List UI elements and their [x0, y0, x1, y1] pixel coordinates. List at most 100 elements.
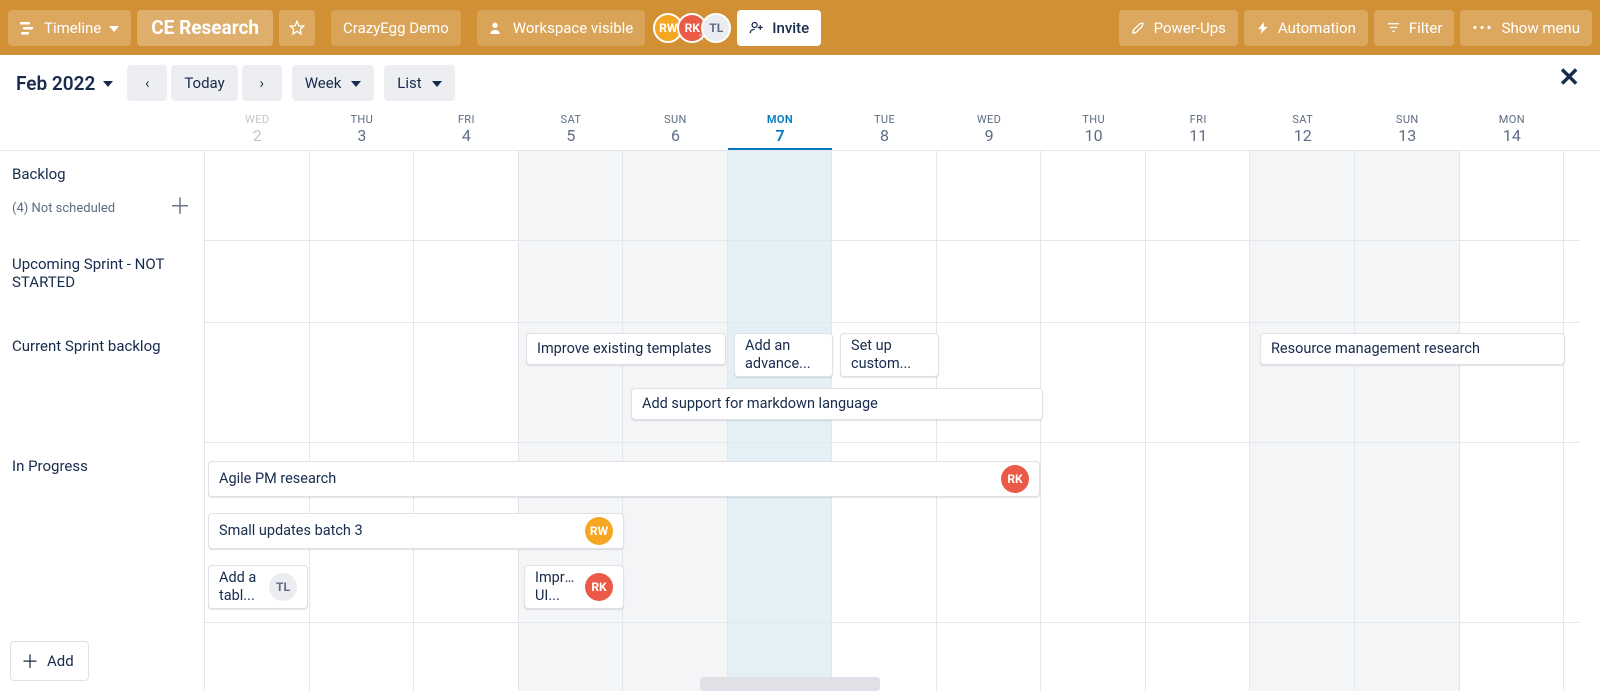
card[interactable]: Resource management research: [1260, 333, 1565, 365]
avatar[interactable]: RK: [1001, 465, 1029, 493]
add-lane-label: Add: [47, 652, 74, 670]
lanes: Backlog (4) Not scheduled ＋ Upcoming Spr…: [0, 151, 1580, 691]
day-header[interactable]: TUE8: [832, 109, 937, 150]
chevron-down-icon: [109, 26, 119, 32]
board-members: RW RK TL: [653, 13, 731, 43]
card-title: Resource management research: [1271, 340, 1480, 358]
powerups-button[interactable]: Power-Ups: [1119, 10, 1238, 46]
close-button[interactable]: ✕: [1558, 65, 1580, 91]
chevron-down-icon: [432, 81, 442, 87]
lane-unscheduled-count[interactable]: (4) Not scheduled: [12, 201, 193, 216]
day-header[interactable]: MON14: [1460, 109, 1565, 150]
today-label: Today: [184, 74, 224, 92]
card[interactable]: Add a tabl... TL: [208, 565, 308, 609]
automation-button[interactable]: Automation: [1244, 10, 1368, 46]
day-header[interactable]: FRI11: [1146, 109, 1251, 150]
ellipsis-icon: •••: [1472, 19, 1493, 37]
day-header[interactable]: THU3: [310, 109, 415, 150]
lane-title[interactable]: Backlog (4) Not scheduled ＋: [0, 151, 205, 228]
filter-button[interactable]: Filter: [1374, 10, 1455, 46]
day-header[interactable]: SUN6: [623, 109, 728, 150]
card-title: Small updates batch 3: [219, 522, 363, 540]
day-header-row: WED2 THU3 FRI4 SAT5 SUN6 MON7 TUE8 WED9 …: [0, 109, 1600, 151]
lane-title[interactable]: Current Sprint backlog: [0, 323, 205, 367]
prev-button[interactable]: ‹: [127, 65, 167, 101]
timeline-icon: [20, 20, 36, 36]
day-header[interactable]: WED2: [205, 109, 310, 150]
card[interactable]: Set up custom...: [840, 333, 939, 377]
people-icon: [489, 20, 505, 36]
card-title: Agile PM research: [219, 470, 336, 488]
add-card-button[interactable]: ＋: [169, 197, 191, 219]
avatar[interactable]: TL: [269, 573, 297, 601]
close-icon: ✕: [1558, 63, 1580, 93]
plus-icon: ＋: [21, 648, 39, 674]
lane-backlog: Backlog (4) Not scheduled ＋: [0, 151, 1580, 241]
card[interactable]: Improve existing templates: [526, 333, 726, 365]
group-selector[interactable]: List: [384, 65, 454, 101]
view-switcher[interactable]: Timeline: [8, 10, 131, 46]
filter-label: Filter: [1409, 19, 1443, 37]
lane-title-text: Current Sprint backlog: [12, 337, 193, 355]
lane-title-text: In Progress: [12, 457, 193, 475]
card[interactable]: Small updates batch 3 RW: [208, 513, 624, 549]
lane-in-progress: In Progress Agile PM research RK Small u…: [0, 443, 1580, 623]
visibility-button[interactable]: Workspace visible: [477, 10, 646, 46]
card[interactable]: Add support for markdown language: [631, 388, 1043, 420]
day-header[interactable]: FRI4: [414, 109, 519, 150]
group-label: List: [397, 74, 421, 92]
card-title: Add support for markdown language: [642, 395, 878, 413]
month-label: Feb 2022: [16, 72, 95, 95]
timeline-toolbar: Feb 2022 ‹ Today › Week List ✕: [0, 55, 1600, 109]
lane-title[interactable]: Upcoming Sprint - NOT STARTED: [0, 241, 205, 303]
avatar[interactable]: TL: [701, 13, 731, 43]
team-label: CrazyEgg Demo: [343, 19, 449, 37]
bolt-icon: [1256, 21, 1270, 35]
star-icon: [289, 20, 305, 36]
card-title: Improve UI...: [535, 569, 577, 605]
board-title[interactable]: CE Research: [137, 10, 273, 46]
board-header: Timeline CE Research CrazyEgg Demo Works…: [0, 0, 1600, 55]
show-menu-label: Show menu: [1502, 19, 1580, 37]
rocket-icon: [1131, 20, 1146, 35]
lane-upcoming: Upcoming Sprint - NOT STARTED: [0, 241, 1580, 323]
card-title: Add an advance...: [745, 337, 822, 373]
card[interactable]: Improve UI... RK: [524, 565, 624, 609]
day-header-today[interactable]: MON7: [728, 109, 833, 150]
view-switcher-label: Timeline: [44, 19, 101, 37]
month-selector[interactable]: Feb 2022: [12, 66, 117, 101]
lane-title[interactable]: In Progress: [0, 443, 205, 487]
range-selector[interactable]: Week: [292, 65, 375, 101]
day-header[interactable]: WED9: [937, 109, 1042, 150]
team-button[interactable]: CrazyEgg Demo: [331, 10, 461, 46]
day-header[interactable]: SAT5: [519, 109, 624, 150]
card-title: Improve existing templates: [537, 340, 711, 358]
show-menu-button[interactable]: ••• Show menu: [1460, 10, 1592, 46]
day-header[interactable]: TUE15: [1564, 109, 1600, 150]
visibility-label: Workspace visible: [513, 19, 634, 37]
add-lane-button[interactable]: ＋ Add: [10, 641, 89, 681]
chevron-left-icon: ‹: [145, 74, 150, 92]
chevron-right-icon: ›: [259, 74, 264, 92]
invite-button[interactable]: Invite: [737, 10, 821, 46]
day-header[interactable]: THU10: [1041, 109, 1146, 150]
range-label: Week: [305, 74, 342, 92]
chevron-down-icon: [103, 81, 113, 87]
lane-title-text: Upcoming Sprint - NOT STARTED: [12, 255, 193, 291]
avatar[interactable]: RK: [585, 573, 613, 601]
card-title: Add a tabl...: [219, 569, 261, 605]
timeline-grid: ▴ ▾ WED2 THU3 FRI4 SAT5 SUN6 MON7 TUE8 W…: [0, 109, 1600, 691]
today-button[interactable]: Today: [171, 65, 237, 101]
card[interactable]: Agile PM research RK: [208, 461, 1040, 497]
card[interactable]: Add an advance...: [734, 333, 833, 377]
board-title-text: CE Research: [151, 16, 259, 39]
star-button[interactable]: [279, 10, 315, 46]
powerups-label: Power-Ups: [1154, 19, 1226, 37]
filter-icon: [1386, 20, 1401, 35]
horizontal-scrollbar[interactable]: [700, 677, 880, 691]
avatar[interactable]: RW: [585, 517, 613, 545]
day-header[interactable]: SUN13: [1355, 109, 1460, 150]
automation-label: Automation: [1278, 19, 1356, 37]
next-button[interactable]: ›: [242, 65, 282, 101]
day-header[interactable]: SAT12: [1250, 109, 1355, 150]
